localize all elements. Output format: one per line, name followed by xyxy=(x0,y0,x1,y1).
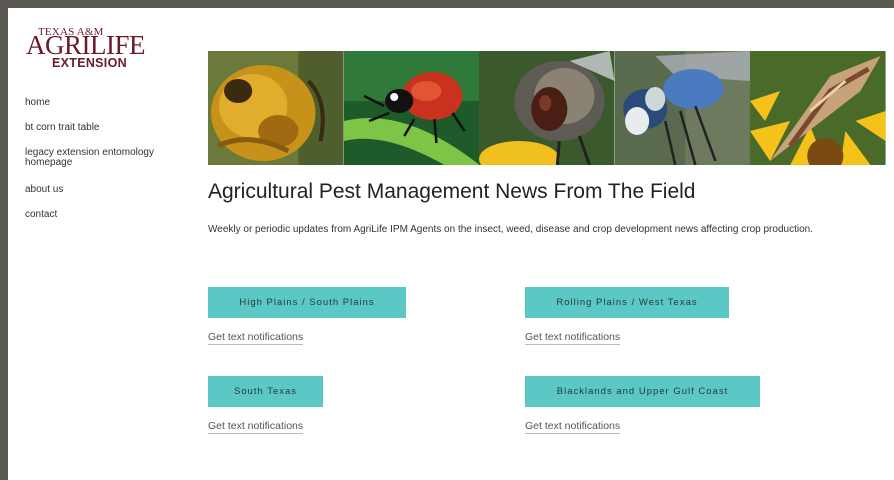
blacklands-notifications-link[interactable]: Get text notifications xyxy=(525,420,621,434)
nav-item-contact[interactable]: contact xyxy=(25,210,185,220)
moth-photo xyxy=(750,51,886,165)
nav-item-about-us[interactable]: about us xyxy=(25,185,185,195)
page-description: Weekly or periodic updates from AgriLife… xyxy=(208,224,813,235)
high-plains-button[interactable]: High Plains / South Plains xyxy=(208,287,406,318)
dragonfly-photo xyxy=(614,51,751,165)
nav-item-home[interactable]: home xyxy=(25,98,185,108)
ladybug-photo xyxy=(343,51,480,165)
nav-item-legacy-homepage[interactable]: legacy extension entomology homepage xyxy=(25,148,155,168)
high-plains-notifications-link[interactable]: Get text notifications xyxy=(208,331,304,345)
fly-photo xyxy=(479,51,615,165)
beetle-photo xyxy=(208,51,344,165)
south-texas-notifications-link[interactable]: Get text notifications xyxy=(208,420,304,434)
rolling-plains-button[interactable]: Rolling Plains / West Texas xyxy=(525,287,729,318)
rolling-plains-notifications-link[interactable]: Get text notifications xyxy=(525,331,621,345)
insect-banner xyxy=(208,51,886,165)
page: TEXAS A&M AGRILIFE EXTENSION home bt cor… xyxy=(8,8,894,480)
side-nav: home bt corn trait table legacy extensio… xyxy=(25,98,185,235)
south-texas-button[interactable]: South Texas xyxy=(208,376,323,407)
nav-item-bt-corn[interactable]: bt corn trait table xyxy=(25,123,185,133)
agrilife-logo[interactable]: TEXAS A&M AGRILIFE EXTENSION xyxy=(26,24,146,76)
page-title: Agricultural Pest Management News From T… xyxy=(208,180,696,203)
logo-line-3: EXTENSION xyxy=(52,56,127,70)
blacklands-button[interactable]: Blacklands and Upper Gulf Coast xyxy=(525,376,760,407)
